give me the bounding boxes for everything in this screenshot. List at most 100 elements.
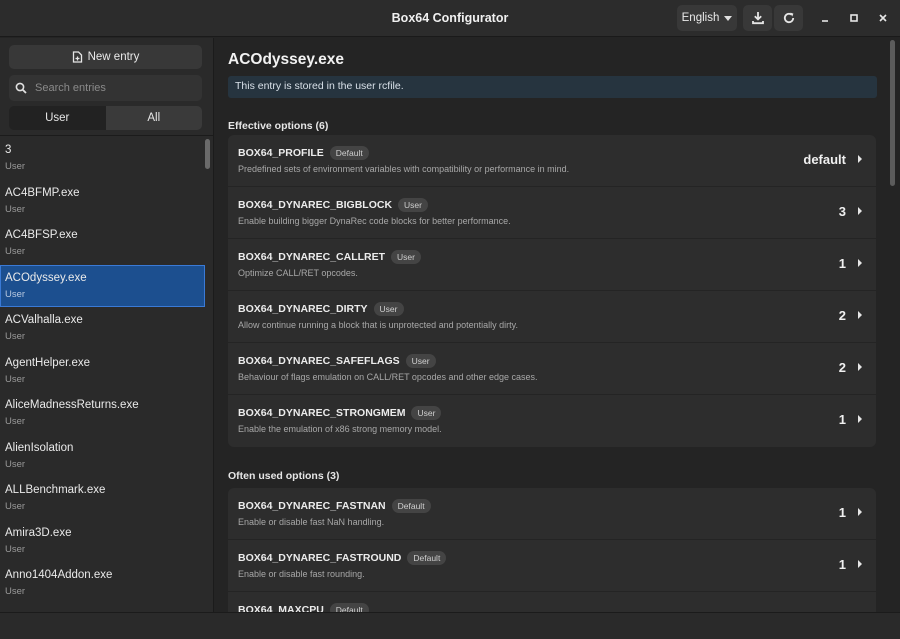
entry-source: User — [5, 416, 26, 427]
entry-name: AC4BFSP.exe — [5, 229, 78, 241]
source-badge: User — [405, 354, 436, 368]
entry-filter-toggle: User All — [9, 106, 202, 130]
option-value: 1 — [838, 412, 846, 427]
sidebar-scrollbar[interactable] — [205, 139, 210, 169]
source-badge: User — [398, 198, 428, 212]
page-title: ACOdyssey.exe — [228, 51, 345, 68]
option-row[interactable]: BOX64_PROFILE Default Predefined sets of … — [228, 135, 876, 187]
list-item[interactable]: Anno1404Addon.exe User — [0, 562, 205, 605]
refresh-icon — [783, 12, 794, 24]
entry-name: 3 — [5, 144, 12, 156]
option-row[interactable]: BOX64_DYNAREC_BIGBLOCK User Enable buildi… — [228, 187, 876, 239]
maximize-button[interactable] — [844, 8, 864, 28]
option-description: Allow continue running a block that is u… — [238, 320, 519, 330]
entry-list: 3 User AC4BFMP.exe User AC4BFSP.exe User… — [0, 137, 205, 612]
source-badge: Default — [407, 551, 447, 565]
option-row[interactable]: BOX64_DYNAREC_SAFEFLAGS User Behaviour of… — [228, 343, 876, 395]
entry-source: User — [5, 161, 26, 172]
entry-name: ALLBenchmark.exe — [5, 484, 106, 496]
minimize-button[interactable] — [815, 8, 835, 28]
search-input[interactable] — [35, 82, 195, 94]
language-dropdown[interactable]: English — [677, 5, 737, 31]
option-row[interactable]: BOX64_DYNAREC_FASTROUND Default Enable or… — [228, 540, 876, 592]
source-badge: Default — [329, 146, 369, 160]
list-item-selected[interactable]: ACOdyssey.exe User — [0, 264, 205, 307]
option-value: 1 — [838, 557, 846, 572]
effective-options-list: BOX64_PROFILE Default Predefined sets of … — [228, 135, 876, 447]
option-name: BOX64_PROFILE — [238, 147, 324, 159]
list-item[interactable]: ALLBenchmark.exe User — [0, 477, 205, 520]
minimize-icon — [822, 20, 828, 22]
often-used-options-title: Often used options (3) — [228, 470, 340, 482]
entry-name: Amira3D.exe — [5, 526, 72, 539]
chevron-right-icon — [858, 508, 862, 516]
entry-name: AliceMadnessReturns.exe — [5, 399, 139, 411]
chevron-right-icon — [858, 560, 862, 568]
chevron-right-icon — [858, 259, 862, 267]
entry-source: User — [5, 586, 26, 597]
filter-user-tab[interactable]: User — [9, 106, 106, 130]
list-item[interactable]: ACValhalla.exe User — [0, 307, 205, 350]
main-scrollbar[interactable] — [890, 40, 895, 186]
list-item[interactable]: 3 User — [0, 137, 205, 180]
option-name: BOX64_DYNAREC_BIGBLOCK — [238, 199, 393, 211]
new-entry-button[interactable]: New entry — [9, 45, 202, 69]
list-item[interactable]: AC4BFMP.exe User — [0, 180, 205, 223]
option-row[interactable]: BOX64_MAXCPU Default — [228, 592, 876, 612]
entry-name: ACOdyssey.exe — [5, 271, 87, 284]
language-label: English — [681, 12, 720, 24]
info-banner: This entry is stored in the user rcfile. — [228, 76, 877, 98]
option-description: Predefined sets of environment variables… — [238, 164, 570, 174]
close-button[interactable] — [873, 8, 893, 28]
option-description: Enable building bigger DynaRec code bloc… — [238, 216, 511, 226]
chevron-right-icon — [858, 155, 862, 163]
often-used-options-list: BOX64_DYNAREC_FASTNAN Default Enable or d… — [228, 488, 876, 612]
source-badge: User — [373, 302, 404, 316]
list-item[interactable]: AgentHelper.exe User — [0, 350, 205, 393]
sidebar: New entry User All 3 User AC4BFMP.exe Us… — [0, 38, 214, 612]
chevron-right-icon — [858, 207, 862, 215]
entry-name: Anno1404Addon.exe — [5, 569, 113, 581]
chevron-right-icon — [858, 311, 862, 319]
option-value: 1 — [838, 256, 846, 271]
chevron-right-icon — [858, 363, 862, 371]
entry-source: User — [5, 203, 26, 215]
option-name: BOX64_DYNAREC_CALLRET — [238, 251, 386, 263]
entry-source: User — [5, 543, 26, 555]
effective-options-title: Effective options (6) — [228, 120, 329, 132]
source-badge: Default — [391, 499, 431, 513]
sidebar-divider — [0, 135, 214, 136]
entry-name: AC4BFMP.exe — [5, 186, 80, 199]
list-item[interactable]: Amira3D.exe User — [0, 520, 205, 563]
list-item[interactable]: AC4BFSP.exe User — [0, 222, 205, 265]
reload-button[interactable] — [774, 5, 803, 31]
search-icon — [15, 82, 27, 94]
option-row[interactable]: BOX64_DYNAREC_STRONGMEM User Enable the e… — [228, 395, 876, 447]
option-value: 2 — [838, 360, 846, 375]
option-value: 1 — [838, 505, 846, 520]
list-item[interactable]: AlienIsolation User — [0, 435, 205, 478]
maximize-icon — [850, 14, 858, 22]
list-item[interactable]: AliceMadnessReturns.exe User — [0, 392, 205, 435]
entry-source: User — [5, 288, 26, 300]
new-document-icon — [72, 51, 82, 63]
entry-source: User — [5, 373, 26, 385]
option-description: Enable or disable fast rounding. — [238, 569, 365, 579]
option-value: default — [803, 152, 846, 167]
option-value: 3 — [838, 204, 846, 219]
option-name: BOX64_DYNAREC_SAFEFLAGS — [238, 355, 400, 367]
caret-down-icon — [724, 15, 733, 21]
source-badge: User — [411, 406, 442, 420]
entry-source: User — [5, 331, 26, 342]
option-row[interactable]: BOX64_DYNAREC_CALLRET User Optimize CALL/… — [228, 239, 876, 291]
option-name: BOX64_DYNAREC_DIRTY — [238, 303, 368, 315]
option-row[interactable]: BOX64_DYNAREC_FASTNAN Default Enable or d… — [228, 488, 876, 540]
option-name: BOX64_DYNAREC_FASTROUND — [238, 552, 402, 564]
import-button[interactable] — [743, 5, 772, 31]
main-panel: ACOdyssey.exe This entry is stored in th… — [215, 38, 900, 612]
option-row[interactable]: BOX64_DYNAREC_DIRTY User Allow continue r… — [228, 291, 876, 343]
app-window: Box64 Configurator English New entry Sea… — [0, 0, 900, 639]
entry-name: ACValhalla.exe — [5, 314, 83, 326]
filter-all-tab[interactable]: All — [105, 106, 202, 130]
entry-name: AgentHelper.exe — [5, 356, 91, 369]
